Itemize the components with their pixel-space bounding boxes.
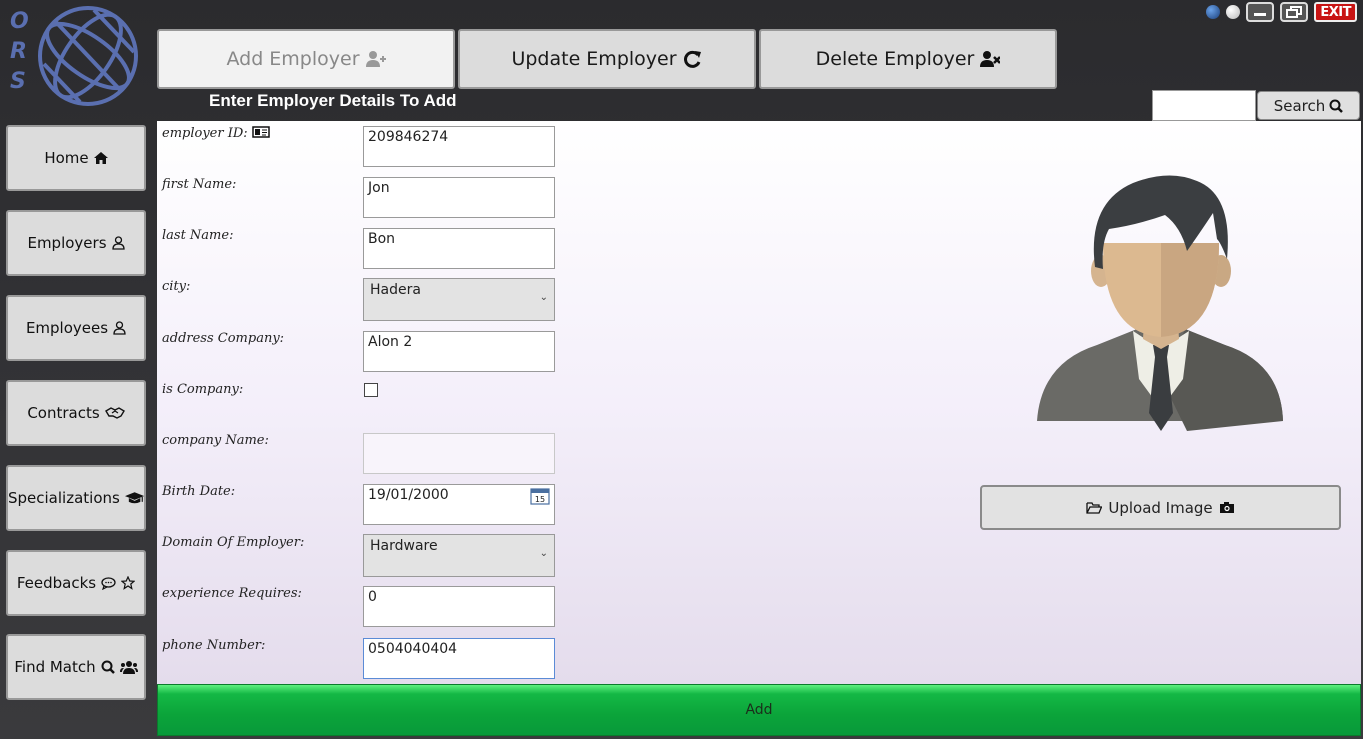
sidebar-item-employees[interactable]: Employees [6,295,146,361]
city-select[interactable]: Hadera ⌄ [363,278,555,321]
minimize-icon [1254,13,1267,16]
employer-id-label-text: employer ID: [162,126,248,141]
tab-label: Delete Employer [815,48,975,70]
users-icon [119,661,138,674]
logo-letters: O R S [10,10,29,94]
theme-light-icon[interactable] [1226,5,1241,19]
calendar-day: 15 [535,495,545,504]
restore-button[interactable] [1280,2,1309,22]
star-icon [121,576,136,590]
tab-delete-employer[interactable]: Delete Employer [759,29,1057,89]
tab-add-employer[interactable]: Add Employer [157,29,455,89]
sidebar-item-label: Contracts [27,404,100,422]
experience-field[interactable]: 0 [363,586,555,627]
sidebar-item-home[interactable]: Home [6,125,146,191]
employer-form-panel: employer ID: 209846274 first Name: Jon l… [157,121,1361,686]
avatar [1037,175,1283,431]
id-card-icon [252,126,270,138]
phone-label: phone Number: [162,638,266,653]
user-plus-icon [365,51,386,67]
is-company-checkbox[interactable] [364,383,378,397]
sidebar-item-label: Find Match [14,658,96,676]
sidebar-item-label: Home [44,149,89,167]
employer-id-label: employer ID: [162,126,270,141]
is-company-label: is Company: [162,382,244,397]
experience-label: experience Requires: [162,586,302,601]
sidebar-item-find-match[interactable]: Find Match [6,634,146,700]
upload-image-button[interactable]: Upload Image [980,485,1341,530]
first-name-field[interactable]: Jon [363,177,555,218]
folder-open-icon [1086,502,1103,514]
employer-id-field[interactable]: 209846274 [363,126,555,167]
app-logo: O R S [6,4,146,114]
search-button[interactable]: Search [1257,91,1360,120]
upload-image-label: Upload Image [1108,498,1213,517]
user-icon [111,236,125,250]
sidebar-item-label: Employees [25,319,109,337]
birth-date-picker[interactable]: 19/01/2000 15 [363,484,555,525]
company-name-field[interactable] [363,433,555,474]
globe-icon [38,6,138,106]
sidebar-item-feedbacks[interactable]: Feedbacks [6,550,146,616]
camera-icon [1219,501,1234,513]
domain-label: Domain Of Employer: [162,535,305,550]
tab-label: Add Employer [226,48,360,70]
phone-field[interactable]: 0504040404 [363,638,555,679]
search-icon [1329,99,1344,113]
search-icon [101,660,115,674]
domain-select-value: Hardware [370,538,438,554]
sidebar-item-contracts[interactable]: Contracts [6,380,146,446]
search-input[interactable] [1152,90,1256,121]
user-icon [113,321,126,335]
sidebar-item-specializations[interactable]: Specializations [6,465,146,531]
first-name-label: first Name: [162,177,237,192]
sidebar-item-label: Feedbacks [16,574,97,592]
form-title: Enter Employer Details To Add [209,91,457,110]
window-controls: EXIT [1206,2,1357,22]
company-name-label: company Name: [162,433,269,448]
city-label: city: [162,279,191,294]
last-name-field[interactable]: Bon [363,228,555,269]
tab-label: Update Employer [511,48,677,70]
graduation-cap-icon [124,492,144,504]
add-button[interactable]: Add [157,684,1361,736]
logo-letter-r: R [10,39,27,64]
logo-letter-s: S [10,69,26,94]
birth-date-label: Birth Date: [162,484,236,499]
minimize-button[interactable] [1246,2,1275,22]
search-button-label: Search [1273,96,1326,115]
domain-select[interactable]: Hardware ⌄ [363,534,555,577]
home-icon [93,152,108,164]
logo-letter-o: O [10,9,29,34]
chevron-down-icon: ⌄ [539,292,548,303]
city-select-value: Hadera [370,282,421,298]
address-company-field[interactable]: Alon 2 [363,331,555,372]
sidebar-item-label: Employers [27,234,107,252]
theme-dark-icon[interactable] [1206,5,1221,19]
calendar-icon[interactable]: 15 [530,487,550,505]
address-company-label: address Company: [162,331,285,346]
exit-button[interactable]: EXIT [1314,2,1357,22]
last-name-label: last Name: [162,228,234,243]
sidebar-item-label: Specializations [8,489,120,507]
restore-icon [1286,6,1303,18]
user-times-icon [980,51,1001,67]
tab-update-employer[interactable]: Update Employer [458,29,756,89]
comment-icon [101,576,116,590]
handshake-icon [104,407,125,419]
chevron-down-icon: ⌄ [539,548,548,559]
action-tabs: Add Employer Update Employer Delete Empl… [157,29,1057,89]
birth-date-value: 19/01/2000 [368,487,449,503]
sidebar-item-employers[interactable]: Employers [6,210,146,276]
refresh-icon [683,50,701,68]
